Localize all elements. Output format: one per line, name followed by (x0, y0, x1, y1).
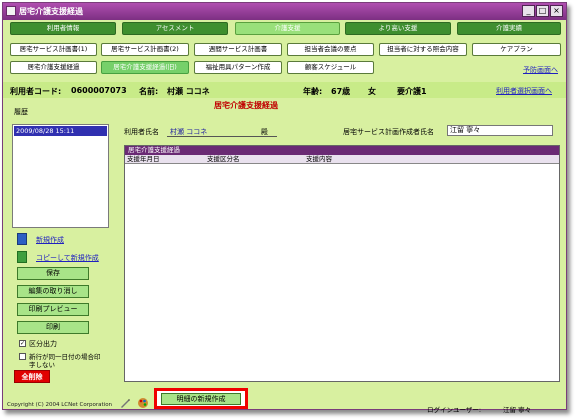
cancel-edit-button[interactable]: 編集の取り消し (17, 285, 89, 298)
user-info-bar: 利用者コード: 0600007073 名前: 村瀬 ココネ 年齢: 67歳 女 … (3, 82, 566, 98)
menu-plan2[interactable]: 居宅サービス計画書(2) (101, 43, 189, 56)
new-detail-button[interactable]: 明細の新規作成 (161, 393, 241, 405)
print-preview-button[interactable]: 印刷プレビュー (17, 303, 89, 316)
menu-assessment[interactable]: アセスメント (122, 22, 228, 35)
same-day-label-2: 字しない (29, 361, 55, 369)
section-title: 居宅介護支援経過 (214, 101, 278, 110)
menu-welfare-pattern[interactable]: 福祉用具パターン作成 (194, 61, 282, 74)
menu-inquiry[interactable]: 担当者に対する照会内容 (379, 43, 467, 56)
new-detail-highlight: 明細の新規作成 (154, 388, 248, 409)
login-user-label: ログインユーザー: (427, 406, 482, 414)
planner-label: 居宅サービス計画作成者氏名 (343, 128, 434, 136)
history-item[interactable]: 2009/08/28 15:11 (14, 126, 107, 136)
menu-plan1[interactable]: 居宅サービス計画書(1) (10, 43, 97, 56)
main-window: 居宅介護支援経過 _ □ × 利用者情報 アセスメント 介護支援 より高い支援 … (2, 2, 567, 414)
user-code: 0600007073 (71, 86, 127, 95)
new-create-link[interactable]: 新規作成 (36, 235, 64, 245)
grid-header: 支援年月日 支援区分名 支援内容 (125, 155, 559, 164)
menu-support-log-old[interactable]: 居宅介護支援経過(旧) (101, 61, 189, 74)
care-level: 要介護1 (397, 87, 427, 96)
window-title: 居宅介護支援経過 (19, 7, 83, 16)
col-support-category[interactable]: 支援区分名 (205, 155, 240, 164)
delete-all-button[interactable]: 全削除 (14, 370, 50, 383)
save-button[interactable]: 保存 (17, 267, 89, 280)
menu-care-results[interactable]: 介護実績 (457, 22, 561, 35)
user-age: 67歳 (331, 87, 351, 96)
age-label: 年齢: (303, 87, 323, 96)
title-bar: 居宅介護支援経過 _ □ × (3, 3, 566, 20)
menu-meeting-points[interactable]: 担当者会議の要点 (287, 43, 374, 56)
col-support-content[interactable]: 支援内容 (304, 155, 332, 164)
same-day-checkbox[interactable] (19, 353, 26, 360)
user-name-label: 名前: (139, 87, 159, 96)
copy-doc-icon[interactable] (17, 251, 27, 263)
menu-care-support[interactable]: 介護支援 (235, 22, 340, 35)
planner-name-input[interactable]: 江留 寧々 (447, 125, 553, 136)
section-output-label: 区分出力 (29, 340, 57, 348)
new-doc-icon[interactable] (17, 233, 27, 245)
support-log-grid[interactable]: 居宅介護支援経過 支援年月日 支援区分名 支援内容 (124, 145, 560, 382)
yobou-link[interactable]: 予防画面へ (523, 65, 558, 75)
menu-higher-support[interactable]: より高い支援 (345, 22, 451, 35)
history-label: 履歴 (14, 108, 28, 116)
grid-title: 居宅介護支援経過 (125, 146, 559, 155)
section-output-checkbox[interactable]: ✓ (19, 340, 26, 347)
user-sex: 女 (368, 87, 376, 96)
print-button[interactable]: 印刷 (17, 321, 89, 334)
minimize-button[interactable]: _ (522, 5, 535, 17)
honorific: 殿 (261, 128, 268, 136)
user-name: 村瀬 ココネ (167, 87, 210, 96)
app-icon (6, 6, 16, 16)
select-user-link[interactable]: 利用者選択画面へ (496, 86, 552, 96)
menu-customer-schedule[interactable]: 顧客スケジュール (287, 61, 374, 74)
copy-new-link[interactable]: コピーして新規作成 (36, 253, 99, 263)
copyright: Copyright (C) 2004 LCNet Corporation (7, 402, 113, 408)
maximize-button[interactable]: □ (536, 5, 549, 17)
history-list[interactable]: 2009/08/28 15:11 (12, 124, 109, 228)
menu-weekly-plan[interactable]: 週間サービス計画書 (194, 43, 282, 56)
palette-tool-icon[interactable] (137, 397, 149, 409)
close-button[interactable]: × (550, 5, 563, 17)
col-support-date[interactable]: 支援年月日 (125, 155, 160, 164)
user-name-field-label: 利用者氏名 (124, 128, 159, 136)
menu-support-log[interactable]: 居宅介護支援経過 (10, 61, 97, 74)
menu-careplan[interactable]: ケアプラン (472, 43, 561, 56)
menu-user-info[interactable]: 利用者情報 (10, 22, 116, 35)
pen-tool-icon[interactable] (119, 397, 131, 409)
login-user-name: 江留 寧々 (503, 406, 532, 414)
user-code-label: 利用者コード: (10, 87, 62, 96)
